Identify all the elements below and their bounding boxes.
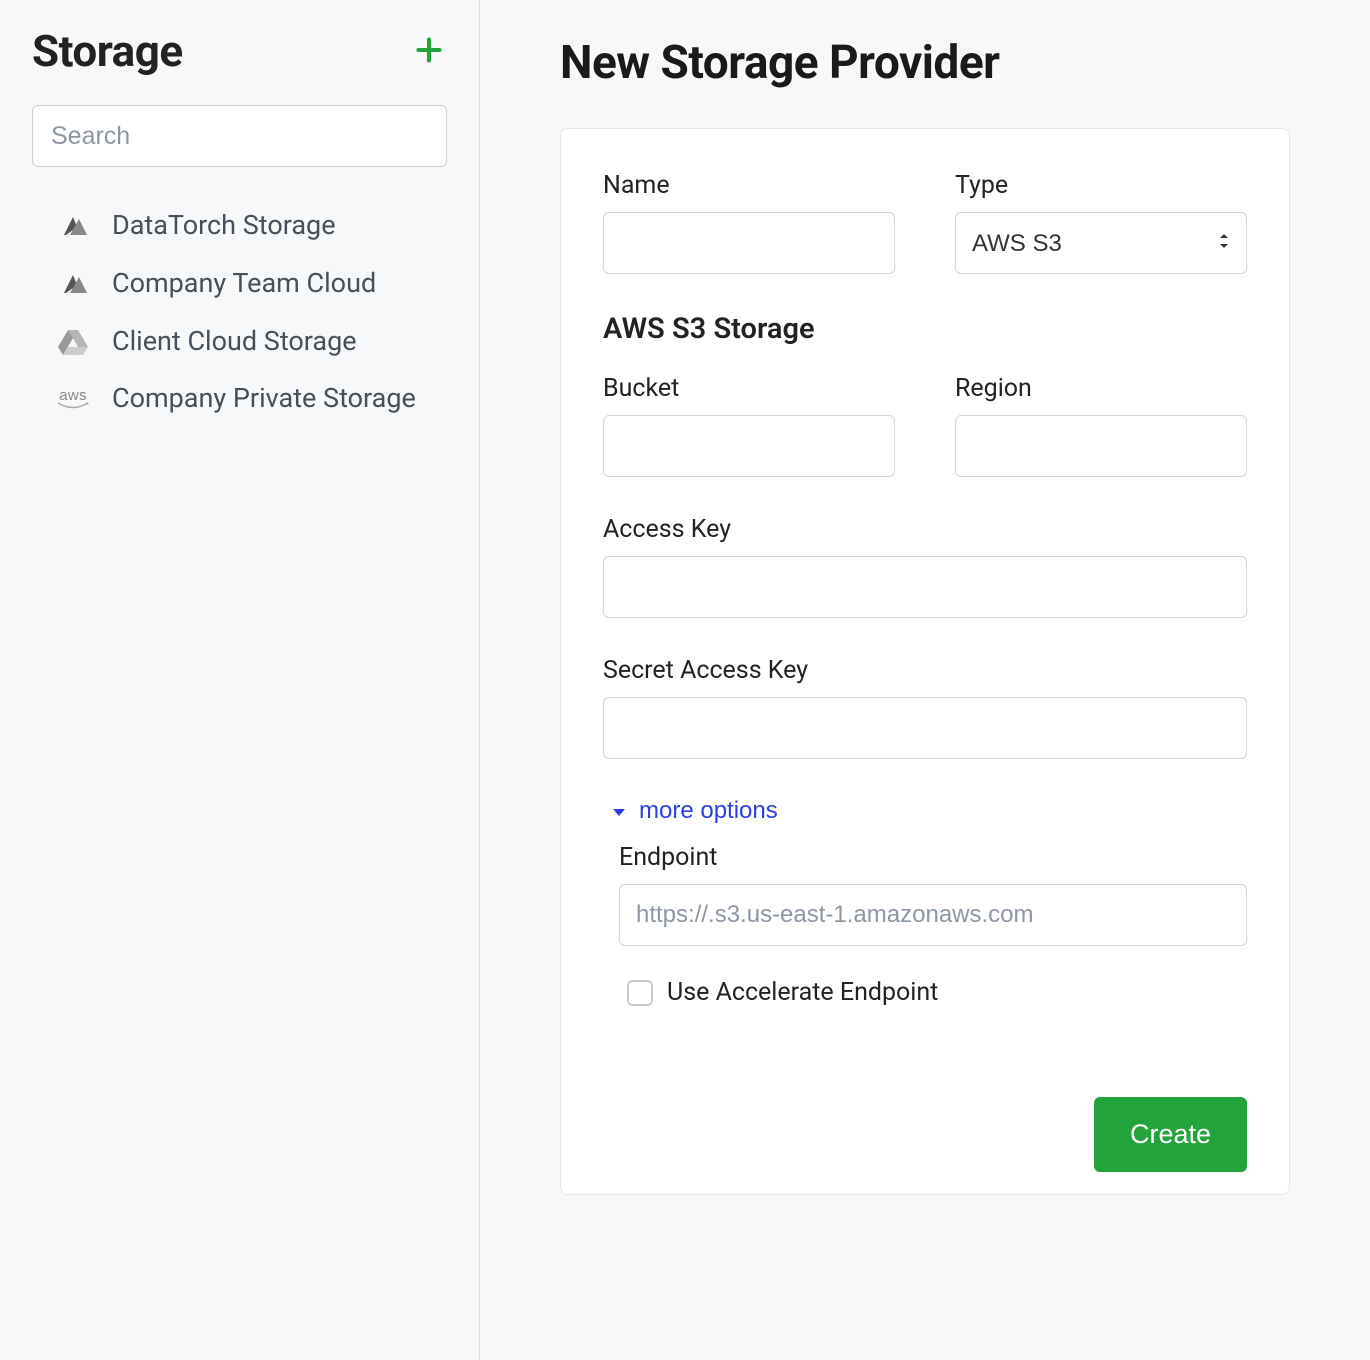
region-label: Region: [955, 374, 1247, 403]
create-button[interactable]: Create: [1094, 1097, 1247, 1172]
secret-access-key-group: Secret Access Key: [603, 656, 1247, 759]
section-heading: AWS S3 Storage: [603, 312, 1247, 346]
page-title: New Storage Provider: [560, 36, 1290, 90]
endpoint-group: Endpoint: [619, 843, 1247, 946]
name-label: Name: [603, 171, 895, 200]
storage-item-label: Company Team Cloud: [112, 265, 376, 303]
name-input[interactable]: [603, 212, 895, 274]
azure-icon: [56, 267, 90, 301]
secret-access-key-input[interactable]: [603, 697, 1247, 759]
azure-icon: [56, 209, 90, 243]
name-group: Name: [603, 171, 895, 274]
bucket-label: Bucket: [603, 374, 895, 403]
storage-item-label: DataTorch Storage: [112, 207, 336, 245]
aws-icon: aws: [56, 382, 90, 416]
endpoint-input[interactable]: [619, 884, 1247, 946]
more-options-section: Endpoint Use Accelerate Endpoint: [603, 843, 1247, 1007]
use-accelerate-checkbox[interactable]: [627, 980, 653, 1006]
storage-item[interactable]: Company Team Cloud: [56, 255, 447, 313]
gdrive-icon: [56, 325, 90, 359]
more-options-label: more options: [639, 797, 778, 825]
storage-item-label: Company Private Storage: [112, 380, 416, 418]
form-footer: Create: [603, 1097, 1247, 1172]
bucket-input[interactable]: [603, 415, 895, 477]
add-storage-button[interactable]: [411, 32, 447, 71]
main: New Storage Provider Name Type AWS S3: [480, 0, 1370, 1360]
region-input[interactable]: [955, 415, 1247, 477]
plus-icon: [415, 36, 443, 67]
access-key-group: Access Key: [603, 515, 1247, 618]
access-key-input[interactable]: [603, 556, 1247, 618]
storage-list: DataTorch Storage Company Team Cloud: [32, 197, 447, 428]
storage-item-label: Client Cloud Storage: [112, 323, 357, 361]
sidebar-title: Storage: [32, 25, 183, 77]
sidebar: Storage DataTorch Storage: [0, 0, 480, 1360]
storage-item[interactable]: Client Cloud Storage: [56, 313, 447, 371]
secret-access-key-label: Secret Access Key: [603, 656, 1247, 685]
type-select[interactable]: AWS S3: [955, 212, 1247, 274]
search-input[interactable]: [32, 105, 447, 167]
region-group: Region: [955, 374, 1247, 477]
access-key-label: Access Key: [603, 515, 1247, 544]
use-accelerate-row: Use Accelerate Endpoint: [619, 978, 1247, 1007]
endpoint-label: Endpoint: [619, 843, 1247, 872]
more-options-toggle[interactable]: more options: [611, 797, 778, 825]
storage-item[interactable]: aws Company Private Storage: [56, 370, 447, 428]
use-accelerate-label: Use Accelerate Endpoint: [667, 978, 938, 1007]
sidebar-header: Storage: [32, 25, 447, 77]
type-group: Type AWS S3: [955, 171, 1247, 274]
type-label: Type: [955, 171, 1247, 200]
bucket-group: Bucket: [603, 374, 895, 477]
caret-down-icon: [611, 797, 627, 825]
storage-item[interactable]: DataTorch Storage: [56, 197, 447, 255]
form-card: Name Type AWS S3: [560, 128, 1290, 1195]
